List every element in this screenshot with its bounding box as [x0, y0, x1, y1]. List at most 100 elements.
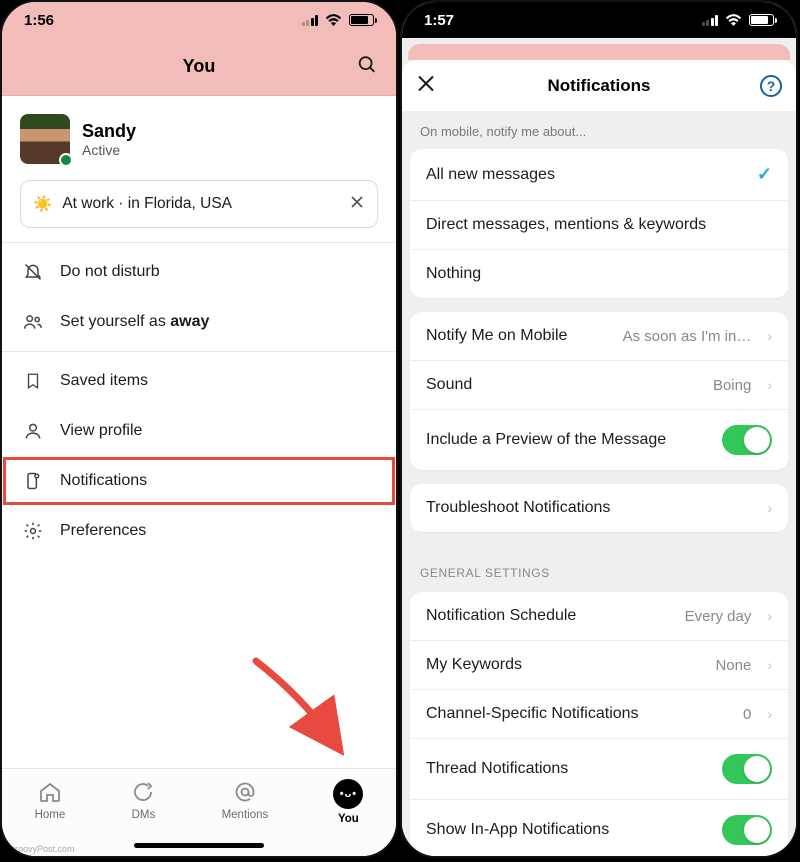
tab-dms[interactable]: DMs	[130, 779, 156, 821]
option-dm-mentions[interactable]: Direct messages, mentions & keywords	[410, 200, 788, 249]
status-bar: 1:57	[402, 2, 796, 38]
row-label: Notify Me on Mobile	[426, 327, 567, 345]
profile-name: Sandy	[82, 121, 136, 142]
mobile-settings-card: Notify Me on Mobile As soon as I'm in…› …	[410, 312, 788, 470]
battery-icon	[749, 14, 774, 26]
status-bar: 1:56	[2, 2, 396, 38]
sun-icon: ☀️	[33, 195, 52, 214]
row-value: None	[715, 657, 751, 674]
status-icons	[302, 14, 375, 27]
menu-label: Preferences	[60, 522, 146, 540]
row-label: My Keywords	[426, 656, 522, 674]
menu-label: Do not disturb	[60, 263, 160, 281]
menu-preferences[interactable]: Preferences	[2, 506, 396, 556]
page-title: You	[183, 56, 216, 77]
notifications-sheet: Notifications ? On mobile, notify me abo…	[402, 60, 796, 856]
menu-notifications[interactable]: Notifications	[2, 456, 396, 506]
bell-off-icon	[22, 261, 44, 283]
chevron-right-icon: ›	[767, 706, 772, 722]
general-header: GENERAL SETTINGS	[402, 546, 796, 588]
row-label: All new messages	[426, 166, 555, 184]
watermark: groovyPost.com	[10, 844, 75, 854]
section-hint: On mobile, notify me about...	[402, 112, 796, 145]
sheet-title: Notifications	[548, 76, 651, 96]
row-channel-specific[interactable]: Channel-Specific Notifications 0 ›	[410, 689, 788, 738]
row-label: Direct messages, mentions & keywords	[426, 216, 706, 234]
person-icon	[22, 420, 44, 442]
people-icon	[22, 311, 44, 333]
clear-status-icon[interactable]	[349, 194, 365, 215]
status-text: At work · in Florida, USA	[62, 195, 232, 213]
profile-row[interactable]: Sandy Active	[2, 96, 396, 174]
row-value: 0	[743, 706, 751, 723]
phone-bell-icon	[22, 470, 44, 492]
general-settings-card: Notification Schedule Every day› My Keyw…	[410, 592, 788, 856]
row-label: Show In-App Notifications	[426, 821, 609, 839]
row-label: Channel-Specific Notifications	[426, 705, 639, 723]
tab-home[interactable]: Home	[35, 779, 66, 821]
help-icon[interactable]: ?	[760, 75, 782, 97]
row-thread-notifications[interactable]: Thread Notifications	[410, 738, 788, 799]
row-keywords[interactable]: My Keywords None ›	[410, 640, 788, 689]
tab-you[interactable]: •ᴗ• You	[333, 779, 363, 825]
chevron-right-icon: ›	[767, 377, 772, 393]
row-label: Thread Notifications	[426, 760, 568, 778]
sheet-header: Notifications ?	[402, 60, 796, 112]
avatar	[20, 114, 70, 164]
profile-presence: Active	[82, 142, 136, 158]
presence-dot-icon	[59, 153, 73, 167]
tab-label: You	[338, 813, 359, 825]
tab-label: DMs	[132, 809, 156, 821]
home-indicator	[134, 843, 264, 848]
you-icon: •ᴗ•	[333, 779, 363, 809]
option-all-messages[interactable]: All new messages ✓	[410, 149, 788, 200]
row-label: Sound	[426, 376, 472, 394]
menu-view-profile[interactable]: View profile	[2, 406, 396, 456]
phone-right: 1:57 Notifications ? On mobile, notify m…	[400, 0, 798, 858]
dm-icon	[130, 779, 156, 805]
home-icon	[37, 779, 63, 805]
menu-label: Notifications	[60, 472, 147, 490]
close-icon[interactable]	[416, 73, 436, 98]
bookmark-icon	[22, 370, 44, 392]
row-label: Include a Preview of the Message	[426, 431, 666, 449]
search-icon[interactable]	[356, 53, 378, 80]
troubleshoot-card: Troubleshoot Notifications ›	[410, 484, 788, 532]
row-notify-mobile[interactable]: Notify Me on Mobile As soon as I'm in…›	[410, 312, 788, 360]
wifi-icon	[325, 14, 342, 27]
menu-label: Saved items	[60, 372, 148, 390]
row-sound[interactable]: Sound Boing ›	[410, 360, 788, 409]
row-value: Boing	[713, 377, 751, 394]
menu-saved[interactable]: Saved items	[2, 356, 396, 406]
row-schedule[interactable]: Notification Schedule Every day›	[410, 592, 788, 640]
status-time: 1:56	[24, 12, 54, 29]
status-time: 1:57	[424, 12, 454, 29]
row-label: Notification Schedule	[426, 607, 576, 625]
menu-label: View profile	[60, 422, 142, 440]
status-icons	[702, 14, 775, 27]
row-label: Troubleshoot Notifications	[426, 499, 610, 517]
row-troubleshoot[interactable]: Troubleshoot Notifications ›	[410, 484, 788, 532]
at-icon	[232, 779, 258, 805]
background-peek	[408, 44, 790, 60]
toggle-on-icon[interactable]	[722, 815, 772, 845]
battery-icon	[349, 14, 374, 26]
tab-mentions[interactable]: Mentions	[222, 779, 269, 821]
toggle-on-icon[interactable]	[722, 754, 772, 784]
tab-label: Mentions	[222, 809, 269, 821]
tab-bar: Home DMs Mentions •ᴗ• You	[2, 768, 396, 856]
settings-body[interactable]: On mobile, notify me about... All new me…	[402, 112, 796, 856]
menu-dnd[interactable]: Do not disturb	[2, 247, 396, 297]
row-preview[interactable]: Include a Preview of the Message	[410, 409, 788, 470]
menu-away[interactable]: Set yourself as away	[2, 297, 396, 347]
toggle-on-icon[interactable]	[722, 425, 772, 455]
option-nothing[interactable]: Nothing	[410, 249, 788, 298]
chevron-right-icon: ›	[767, 657, 772, 673]
cellular-icon	[302, 15, 319, 26]
row-value: As soon as I'm in…	[623, 328, 752, 345]
annotation-arrow-icon	[246, 651, 356, 766]
chevron-right-icon: ›	[767, 608, 772, 624]
status-card[interactable]: ☀️ At work · in Florida, USA	[20, 180, 378, 228]
row-inapp-notifications[interactable]: Show In-App Notifications	[410, 799, 788, 856]
header: You	[2, 38, 396, 96]
